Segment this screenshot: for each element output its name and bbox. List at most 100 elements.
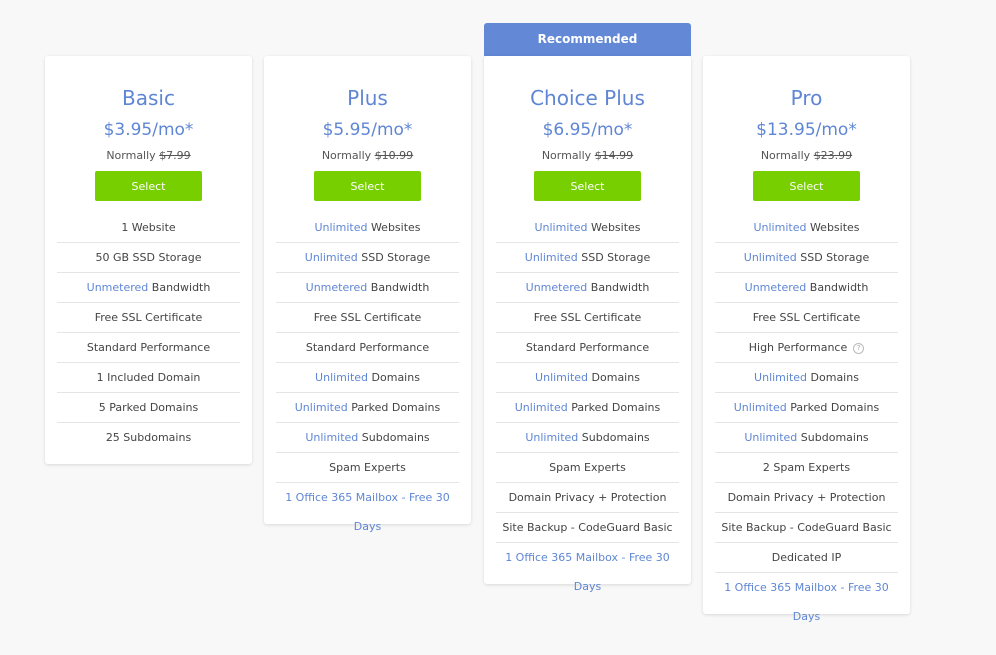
feature-text: Standard Performance xyxy=(86,341,211,354)
normally-label: Normally xyxy=(321,149,372,162)
feature-item: 25 Subdomains xyxy=(57,423,240,452)
feature-item: Free SSL Certificate xyxy=(715,303,898,333)
feature-text: High Performance xyxy=(748,341,848,354)
feature-text: Spam Experts xyxy=(329,461,406,474)
feature-text: Subdomains xyxy=(358,431,430,444)
plan-name: Choice Plus xyxy=(530,86,645,110)
feature-highlight: Unlimited xyxy=(744,431,798,444)
feature-highlight: Unlimited xyxy=(315,371,369,384)
plan-price: $3.95/mo* xyxy=(103,120,194,140)
office365-link[interactable]: 1 Office 365 Mailbox - Free 30 Days xyxy=(724,581,889,623)
plan-price: $5.95/mo* xyxy=(322,120,413,140)
feature-highlight: Unlimited xyxy=(304,251,358,264)
feature-text: Bandwidth xyxy=(367,281,430,294)
feature-text: Site Backup - CodeGuard Basic xyxy=(721,521,892,534)
plan-card-choice-plus: Choice Plus $6.95/mo* Normally $14.99 Se… xyxy=(484,56,691,593)
feature-text: 2 Spam Experts xyxy=(762,461,851,474)
feature-highlight: Unlimited xyxy=(753,221,807,234)
feature-text: Domain Privacy + Protection xyxy=(727,491,886,504)
normal-price: $10.99 xyxy=(374,149,414,162)
feature-highlight: Unlimited xyxy=(305,431,359,444)
feature-item: Standard Performance xyxy=(496,333,679,363)
feature-text: Websites xyxy=(587,221,641,234)
plan-name: Plus xyxy=(347,86,388,110)
feature-item: Domain Privacy + Protection xyxy=(715,483,898,513)
feature-text: Domains xyxy=(588,371,640,384)
feature-highlight: Unlimited xyxy=(514,401,568,414)
feature-text: Standard Performance xyxy=(525,341,650,354)
feature-item: Unlimited Websites xyxy=(715,213,898,243)
normal-price-line: Normally $10.99 xyxy=(276,148,459,164)
feature-item: Unlimited Domains xyxy=(276,363,459,393)
feature-item: Unlimited SSD Storage xyxy=(496,243,679,273)
feature-item: Free SSL Certificate xyxy=(57,303,240,333)
normally-label: Normally xyxy=(106,149,156,162)
normal-price: $7.99 xyxy=(159,149,191,162)
feature-item[interactable]: 1 Office 365 Mailbox - Free 30 Days xyxy=(496,543,679,593)
feature-text: 25 Subdomains xyxy=(105,431,192,444)
feature-item: Site Backup - CodeGuard Basic xyxy=(496,513,679,543)
select-button[interactable]: Select xyxy=(753,171,860,201)
plan-name: Basic xyxy=(122,86,175,110)
feature-text: Bandwidth xyxy=(148,281,211,294)
feature-item: 1 Included Domain xyxy=(57,363,240,393)
feature-item[interactable]: 1 Office 365 Mailbox - Free 30 Days xyxy=(276,483,459,533)
feature-item: Standard Performance xyxy=(57,333,240,363)
feature-item: Unlimited Subdomains xyxy=(276,423,459,453)
select-button[interactable]: Select xyxy=(534,171,641,201)
normally-label: Normally xyxy=(541,149,592,162)
feature-item: Domain Privacy + Protection xyxy=(496,483,679,513)
normal-price: $23.99 xyxy=(813,149,853,162)
feature-item: Unlimited Parked Domains xyxy=(276,393,459,423)
feature-item: Unmetered Bandwidth xyxy=(715,273,898,303)
feature-text: Parked Domains xyxy=(567,401,661,414)
feature-text: Site Backup - CodeGuard Basic xyxy=(502,521,673,534)
feature-text: SSD Storage xyxy=(796,251,870,264)
help-icon[interactable]: ? xyxy=(853,342,865,354)
feature-item: 50 GB SSD Storage xyxy=(57,243,240,273)
feature-highlight: Unmetered xyxy=(525,281,588,294)
office365-link[interactable]: 1 Office 365 Mailbox - Free 30 Days xyxy=(505,551,670,593)
feature-text: 1 Website xyxy=(121,221,176,234)
feature-list: Unlimited Websites Unlimited SSD Storage U… xyxy=(715,213,898,623)
plan-price: $13.95/mo* xyxy=(756,120,857,140)
feature-text: Bandwidth xyxy=(806,281,869,294)
feature-list: Unlimited Websites Unlimited SSD Storage U… xyxy=(276,213,459,533)
feature-text: Domains xyxy=(368,371,420,384)
plan-name: Pro xyxy=(790,86,823,110)
select-button[interactable]: Select xyxy=(95,171,202,201)
feature-highlight: Unmetered xyxy=(305,281,368,294)
feature-highlight: Unmetered xyxy=(86,281,149,294)
normal-price-line: Normally $23.99 xyxy=(715,148,898,164)
feature-text: Free SSL Certificate xyxy=(313,311,422,324)
feature-item: Unlimited SSD Storage xyxy=(276,243,459,273)
feature-list: Unlimited Websites Unlimited SSD Storage U… xyxy=(496,213,679,593)
feature-text: SSD Storage xyxy=(357,251,431,264)
feature-text: Parked Domains xyxy=(347,401,441,414)
feature-item[interactable]: 1 Office 365 Mailbox - Free 30 Days xyxy=(715,573,898,623)
feature-highlight: Unmetered xyxy=(744,281,807,294)
feature-item: Unlimited Subdomains xyxy=(715,423,898,453)
feature-highlight: Unlimited xyxy=(535,371,589,384)
office365-link[interactable]: 1 Office 365 Mailbox - Free 30 Days xyxy=(285,491,450,533)
recommended-banner: Recommended xyxy=(484,23,691,56)
feature-item: 5 Parked Domains xyxy=(57,393,240,423)
plan-card-basic: Basic $3.95/mo* Normally $7.99 Select 1 … xyxy=(45,56,252,464)
feature-item: Spam Experts xyxy=(276,453,459,483)
feature-item: Unmetered Bandwidth xyxy=(57,273,240,303)
select-button[interactable]: Select xyxy=(314,171,421,201)
feature-item: Free SSL Certificate xyxy=(276,303,459,333)
feature-item: Unlimited Parked Domains xyxy=(715,393,898,423)
feature-item: Site Backup - CodeGuard Basic xyxy=(715,513,898,543)
feature-text: 1 Included Domain xyxy=(96,371,201,384)
feature-highlight: Unlimited xyxy=(524,251,578,264)
feature-item: Spam Experts xyxy=(496,453,679,483)
feature-item: Unlimited SSD Storage xyxy=(715,243,898,273)
feature-highlight: Unlimited xyxy=(754,371,808,384)
feature-item: Unlimited Websites xyxy=(496,213,679,243)
plan-price: $6.95/mo* xyxy=(542,120,633,140)
feature-text: Standard Performance xyxy=(305,341,430,354)
feature-text: Bandwidth xyxy=(587,281,650,294)
normal-price-line: Normally $14.99 xyxy=(496,148,679,164)
feature-text: Free SSL Certificate xyxy=(752,311,861,324)
